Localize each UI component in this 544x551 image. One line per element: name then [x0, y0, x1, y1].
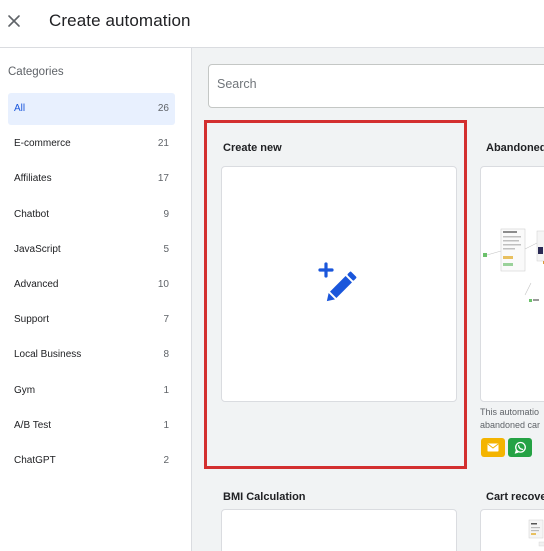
search-input[interactable]: [217, 77, 537, 91]
category-count: 26: [157, 103, 169, 114]
category-item-gym[interactable]: Gym 1: [8, 375, 175, 407]
category-count: 1: [163, 419, 169, 431]
card-preview[interactable]: [480, 509, 544, 551]
card-title: Create new: [223, 142, 282, 154]
category-count: 1: [163, 384, 169, 396]
close-icon: [8, 15, 20, 27]
category-label: Affiliates: [14, 173, 52, 185]
category-item-chatbot[interactable]: Chatbot 9: [8, 199, 175, 231]
category-count: 21: [157, 138, 169, 150]
flow-diagram-thumbnail: [528, 519, 544, 547]
category-item-support[interactable]: Support 7: [8, 304, 175, 336]
category-list: All 26 E-commerce 21 Affiliates 17 Chatbot 9…: [8, 93, 175, 480]
category-count: 8: [163, 349, 169, 361]
category-label: ChatGPT: [14, 454, 56, 466]
category-count: 5: [163, 243, 169, 255]
category-count: 2: [163, 454, 169, 466]
category-item-all[interactable]: All 26: [8, 93, 175, 125]
template-card-bmi-calculation[interactable]: BMI Calculation: [208, 475, 464, 551]
category-label: A/B Test: [14, 419, 52, 431]
category-label: Advanced: [14, 278, 59, 290]
card-title: Cart recove: [486, 491, 544, 503]
categories-sidebar: Categories All 26 E-commerce 21 Affiliates…: [0, 48, 192, 551]
category-label: E-commerce: [14, 138, 71, 150]
category-item-chatgpt[interactable]: ChatGPT 2: [8, 445, 175, 477]
category-count: 10: [157, 278, 169, 290]
templates-panel: Create new Abandoned: [192, 48, 544, 551]
edit-sparkle-icon: [318, 262, 357, 302]
category-count: 7: [163, 314, 169, 326]
card-title: Abandoned: [486, 142, 544, 154]
category-count: 9: [163, 208, 169, 220]
card-preview[interactable]: [221, 509, 457, 551]
search-box[interactable]: [208, 64, 544, 108]
category-label: Local Business: [14, 349, 82, 361]
card-title: BMI Calculation: [223, 491, 306, 503]
card-description: This automatio abandoned car: [480, 406, 544, 432]
whatsapp-icon: [514, 441, 526, 454]
template-card-create-new[interactable]: Create new: [208, 126, 464, 466]
description-line: abandoned car: [480, 420, 541, 430]
whatsapp-channel-badge: [508, 438, 532, 457]
category-label: Support: [14, 314, 50, 326]
category-item-ab-test[interactable]: A/B Test 1: [8, 410, 175, 442]
flow-diagram-thumbnail: [483, 228, 544, 302]
category-label: Gym: [14, 384, 36, 396]
dialog-title: Create automation: [49, 11, 191, 30]
email-channel-badge: [481, 438, 505, 457]
category-label: JavaScript: [14, 243, 61, 255]
email-icon: [487, 443, 499, 452]
close-button[interactable]: [4, 10, 24, 32]
category-label: All: [14, 103, 26, 114]
category-label: Chatbot: [14, 208, 50, 220]
card-preview[interactable]: [480, 166, 544, 402]
categories-heading: Categories: [8, 66, 64, 78]
dialog-header: Create automation: [0, 0, 544, 48]
category-item-local-business[interactable]: Local Business 8: [8, 339, 175, 371]
card-preview[interactable]: [221, 166, 457, 402]
category-item-affiliates[interactable]: Affiliates 17: [8, 163, 175, 195]
template-card-cart-recovery[interactable]: Cart recove: [472, 475, 544, 551]
category-item-advanced[interactable]: Advanced 10: [8, 269, 175, 301]
category-count: 17: [157, 173, 169, 185]
category-item-e-commerce[interactable]: E-commerce 21: [8, 128, 175, 160]
description-line: This automatio: [480, 407, 540, 417]
category-item-javascript[interactable]: JavaScript 5: [8, 234, 175, 266]
